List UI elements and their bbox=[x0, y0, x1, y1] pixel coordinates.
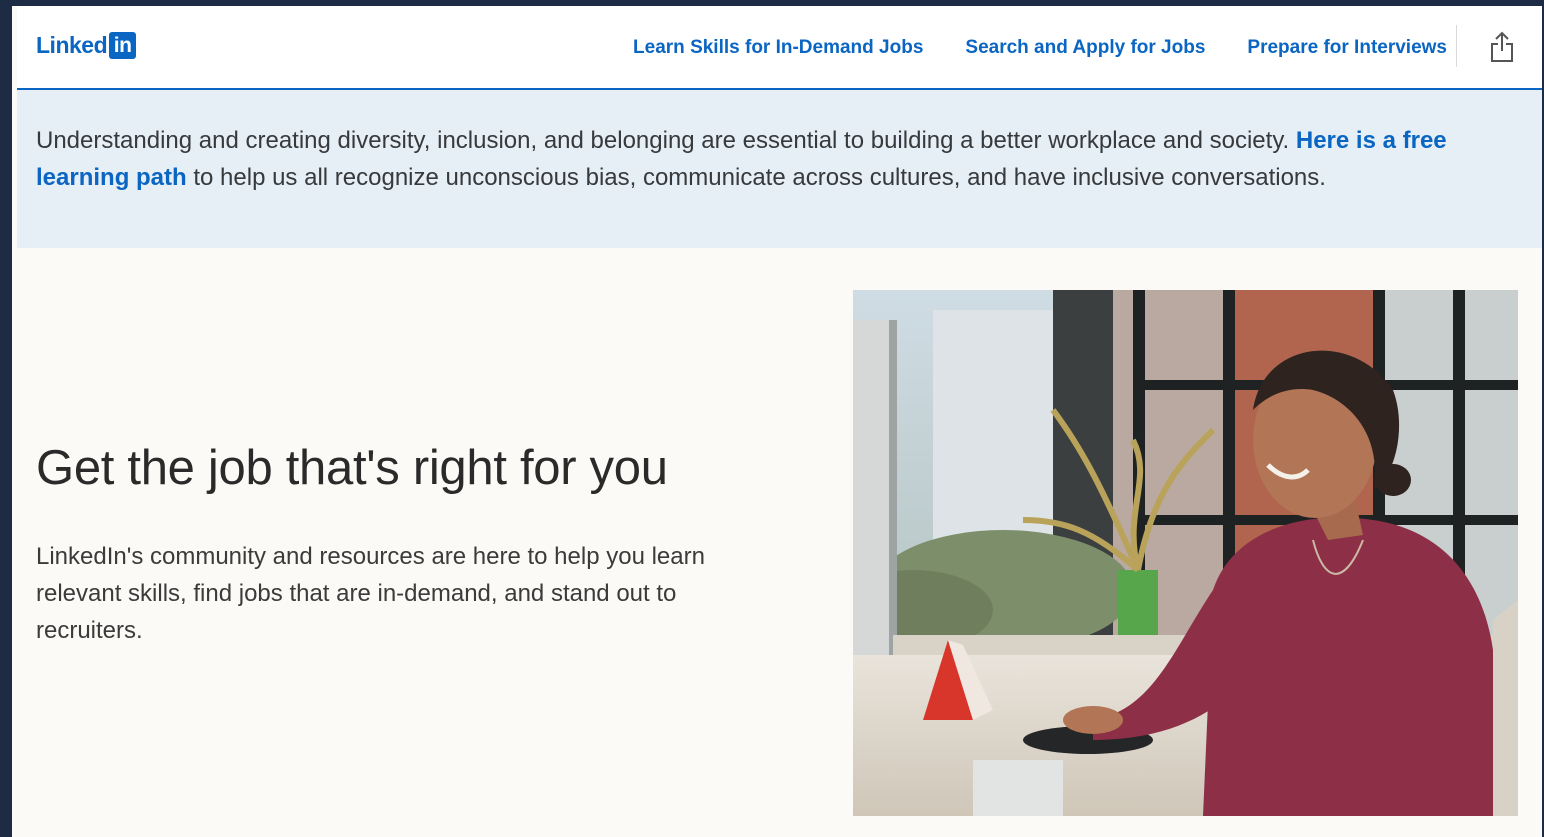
header-nav: Learn Skills for In-Demand Jobs Search a… bbox=[591, 6, 1447, 90]
nav-prepare-interviews[interactable]: Prepare for Interviews bbox=[1247, 37, 1447, 59]
logo-text: Linked bbox=[36, 32, 108, 58]
hero-photo-illustration bbox=[853, 290, 1518, 816]
share-icon bbox=[1491, 31, 1513, 62]
hero-description: LinkedIn's community and resources are h… bbox=[36, 543, 705, 644]
logo-badge: in bbox=[109, 32, 137, 59]
site-header: Linked in Learn Skills for In-Demand Job… bbox=[17, 6, 1542, 90]
nav-divider bbox=[1456, 25, 1457, 67]
page-frame: Linked in Learn Skills for In-Demand Job… bbox=[12, 6, 1542, 837]
hero-photo bbox=[853, 290, 1518, 816]
banner-text-before: Understanding and creating diversity, in… bbox=[36, 127, 1296, 154]
banner-text-after: to help us all recognize unconscious bia… bbox=[186, 164, 1326, 191]
nav-learn-skills[interactable]: Learn Skills for In-Demand Jobs bbox=[633, 37, 923, 59]
diversity-banner: Understanding and creating diversity, in… bbox=[17, 90, 1542, 248]
share-button[interactable] bbox=[1488, 30, 1516, 64]
nav-search-jobs[interactable]: Search and Apply for Jobs bbox=[965, 37, 1205, 59]
hero-title: Get the job that's right for you bbox=[36, 441, 668, 495]
linkedin-logo[interactable]: Linked in bbox=[36, 32, 137, 59]
